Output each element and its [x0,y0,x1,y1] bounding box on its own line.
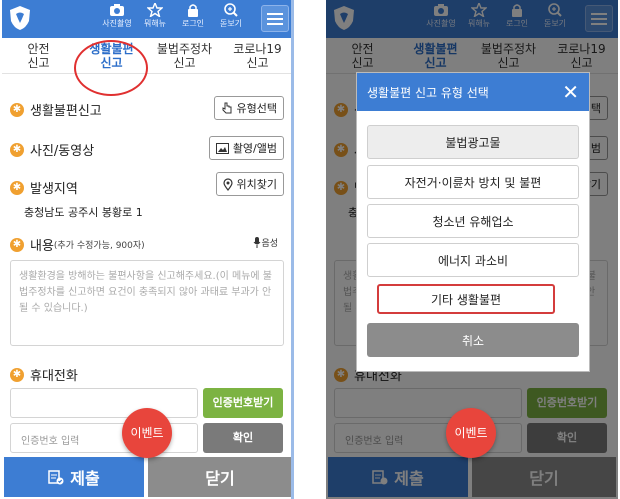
close-icon[interactable]: ✕ [562,80,579,104]
tab-illegal-parking[interactable]: 불법주정차신고 [148,38,221,73]
login-button[interactable]: 로그인 [176,3,210,29]
hand-pointer-icon [222,102,232,114]
image-icon [215,142,229,154]
required-star-icon: ✱ [10,142,24,157]
required-star-icon: ✱ [10,367,24,382]
zoom-button[interactable]: 돋보기 [214,3,248,29]
lock-icon [188,4,198,17]
shield-logo-icon [10,6,30,30]
phone-input[interactable] [10,388,198,418]
scroll-edge [291,0,294,499]
tab-safety-report[interactable]: 안전신고 [2,38,75,73]
login-label: 로그인 [181,19,205,28]
location-pin-icon [222,177,233,191]
voice-input-button[interactable]: 음성 [253,236,278,249]
phone-label-row: ✱휴대전화 [10,365,78,384]
favorites-button[interactable]: 뭐해뉴 [138,3,172,29]
close-button[interactable]: 닫기 [148,457,292,497]
option-energy-waste[interactable]: 에너지 과소비 [367,243,579,277]
app-header: 사진촬영 뭐해뉴 로그인 돋보기 [2,0,294,38]
required-star-icon: ✱ [10,102,24,117]
address-text: 충청남도 공주시 봉황로 1 [24,206,143,219]
zoom-icon [224,3,238,17]
hamburger-menu-icon[interactable] [261,5,289,32]
zoom-label: 돋보기 [219,19,243,28]
star-icon [147,3,163,17]
highlight-circle [74,40,148,96]
confirm-button[interactable]: 확인 [203,423,283,453]
location-find-button[interactable]: 위치찾기 [215,172,284,196]
option-youth-harmful[interactable]: 청소년 유해업소 [367,204,579,238]
report-tabs: 안전신고 생활불편신고 불법주정차신고 코로나19신고 [2,38,294,74]
modal-cancel-button[interactable]: 취소 [367,323,579,357]
modal-title: 생활불편 신고 유형 선택 [367,85,489,100]
type-select-button[interactable]: 유형선택 [213,96,284,120]
media-label-row: ✱사진/동영상 [10,140,94,159]
option-illegal-ads[interactable]: 불법광고물 [367,125,579,159]
content-label-row: ✱ 내용 (추가 수정가능, 900자) [10,235,145,254]
event-badge-button[interactable]: 이벤트 [446,408,496,458]
event-badge-button[interactable]: 이벤트 [122,408,172,458]
camera-icon [110,4,124,16]
tab-covid19[interactable]: 코로나19신고 [221,38,294,73]
app-screen-left: 사진촬영 뭐해뉴 로그인 돋보기 안전 신고 생활불편 신고 불법주정차 신고 코로나… [2,0,294,499]
submit-button[interactable]: 제출 [4,457,144,497]
favorites-label: 뭐해뉴 [143,19,167,28]
required-star-icon: ✱ [10,180,24,195]
camera-button[interactable]: 사진촬영 [100,3,134,29]
verify-request-button[interactable]: 인증번호받기 [203,388,283,418]
required-star-icon: ✱ [10,237,24,252]
app-screen-right: 사진촬영 뭐해뉴 로그인 돋보기 안전신고 생활불편신고 불법주정차신고 코로나… [326,0,618,499]
option-bicycle-abandoned[interactable]: 자전거·이륜차 방치 및 불편 [367,165,579,199]
report-label-row: ✱생활불편신고 [10,100,102,119]
region-label-row: ✱발생지역 [10,178,78,197]
media-capture-button[interactable]: 촬영/앨범 [208,136,284,160]
report-type-modal: 생활불편 신고 유형 선택 ✕ 불법광고물 자전거·이륜차 방치 및 불편 청소… [356,72,590,372]
edit-check-icon [48,470,64,485]
option-other-inconvenience[interactable]: 기타 생활불편 [377,284,555,314]
camera-label: 사진촬영 [102,19,132,28]
modal-header: 생활불편 신고 유형 선택 ✕ [357,73,589,111]
content-textarea[interactable]: 생활환경을 방해하는 불편사항을 신고해주세요.(이 메뉴에 불법주정차를 신고… [10,260,284,346]
microphone-icon [254,237,261,248]
